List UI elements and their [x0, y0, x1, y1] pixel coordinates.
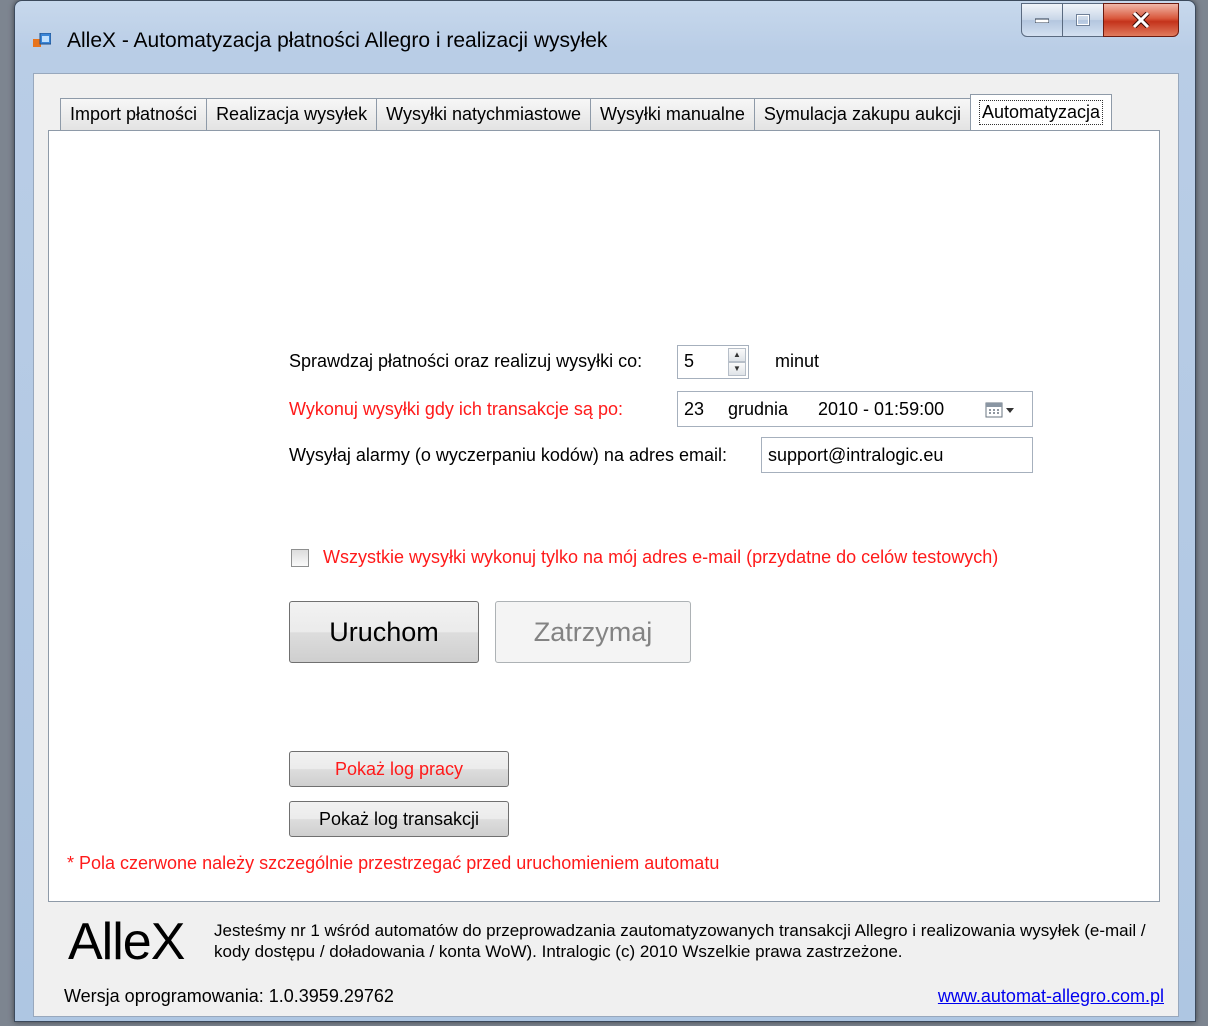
stepper-up-icon[interactable]: ▲: [728, 348, 746, 362]
tab-wysylki-manualne[interactable]: Wysyłki manualne: [590, 98, 755, 130]
show-transaction-log-button[interactable]: Pokaż log transakcji: [289, 801, 509, 837]
test-mode-checkbox[interactable]: [291, 549, 309, 567]
close-button[interactable]: [1103, 3, 1179, 37]
date-day[interactable]: 23: [684, 399, 704, 420]
interval-value: 5: [684, 351, 695, 371]
stepper-down-icon[interactable]: ▼: [728, 362, 746, 376]
tab-automatyzacja[interactable]: Automatyzacja: [970, 94, 1113, 130]
minimize-icon: [1035, 18, 1049, 23]
date-month[interactable]: grudnia: [728, 399, 788, 420]
tab-strip: Import płatności Realizacja wysyłek Wysy…: [60, 94, 1113, 130]
interval-unit: minut: [775, 351, 820, 371]
stop-button[interactable]: Zatrzymaj: [495, 601, 691, 663]
tab-import-platnosci[interactable]: Import płatności: [60, 98, 208, 130]
interval-stepper[interactable]: 5 ▲ ▼: [677, 345, 749, 379]
date-year-time[interactable]: 2010 - 01:59:00: [818, 399, 944, 420]
minimize-button[interactable]: [1021, 3, 1063, 37]
software-version: Wersja oprogramowania: 1.0.3959.29762: [64, 986, 394, 1006]
app-window: AlleX - Automatyzacja płatności Allegro …: [14, 0, 1196, 1022]
tab-automatyzacja-label: Automatyzacja: [979, 100, 1104, 125]
website-link[interactable]: www.automat-allegro.com.pl: [938, 986, 1164, 1007]
automation-panel: Sprawdzaj płatności oraz realizuj wysyłk…: [48, 130, 1160, 902]
title-bar[interactable]: AlleX - Automatyzacja płatności Allegro …: [15, 1, 1195, 81]
window-title: AlleX - Automatyzacja płatności Allegro …: [67, 29, 608, 52]
maximize-button[interactable]: [1062, 3, 1104, 37]
footer-description: Jesteśmy nr 1 wśród automatów do przepro…: [214, 921, 1146, 961]
required-fields-note: * Pola czerwone należy szczególnie przes…: [67, 853, 720, 873]
tab-realizacja-wysylek[interactable]: Realizacja wysyłek: [206, 98, 378, 130]
app-window-icon: [33, 33, 51, 47]
start-button[interactable]: Uruchom: [289, 601, 479, 663]
maximize-icon: [1076, 14, 1090, 26]
allex-logo: AlleX: [68, 913, 185, 971]
send-after-datetime-picker[interactable]: 23 grudnia 2010 - 01:59:00: [677, 391, 1033, 427]
interval-stepper-arrows[interactable]: ▲ ▼: [728, 348, 746, 376]
tab-symulacja-zakupu-aukcji[interactable]: Symulacja zakupu aukcji: [753, 98, 972, 130]
tab-wysylki-natychmiastowe[interactable]: Wysyłki natychmiastowe: [376, 98, 592, 130]
alarm-email-label: Wysyłaj alarmy (o wyczerpaniu kodów) na …: [289, 445, 727, 465]
calendar-dropdown-icon[interactable]: [984, 400, 1024, 420]
show-work-log-button[interactable]: Pokaż log pracy: [289, 751, 509, 787]
alarm-email-field[interactable]: support@intralogic.eu: [761, 437, 1033, 473]
send-after-label: Wykonuj wysyłki gdy ich transakcje są po…: [289, 399, 623, 419]
client-area: Import płatności Realizacja wysyłek Wysy…: [33, 73, 1179, 1017]
interval-label: Sprawdzaj płatności oraz realizuj wysyłk…: [289, 351, 643, 371]
test-mode-label[interactable]: Wszystkie wysyłki wykonuj tylko na mój a…: [323, 547, 998, 568]
close-icon: [1132, 12, 1150, 28]
